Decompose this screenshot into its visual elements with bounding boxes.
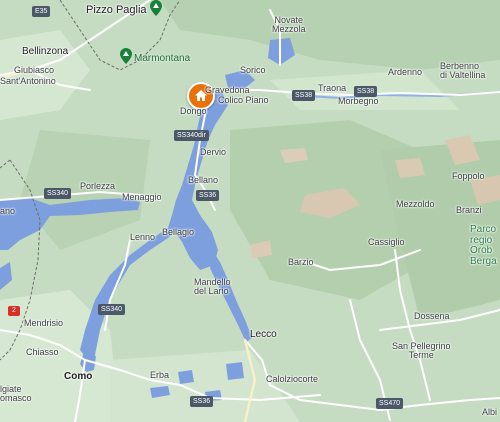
- label-lecco: Lecco: [250, 329, 277, 340]
- label-sorico: Sorico: [240, 65, 266, 75]
- label-santantonino: Sant'Antonino: [0, 76, 56, 86]
- road-shield-route2: 2: [8, 306, 20, 316]
- label-gravedona: Gravedona: [205, 85, 250, 95]
- label-berbenno: Berbenno di Valtellina: [440, 61, 486, 80]
- label-chiasso: Chiasso: [26, 347, 59, 357]
- label-giubiasco: Giubiasco: [14, 65, 55, 75]
- label-dossena: Dossena: [414, 311, 450, 321]
- label-lenno: Lenno: [130, 232, 156, 242]
- label-san-pellegrino: San Pellegrino Terme: [392, 341, 451, 360]
- label-cassiglio: Cassiglio: [368, 237, 405, 247]
- label-bellano: Bellano: [188, 175, 219, 185]
- label-bellinzona: Bellinzona: [22, 46, 69, 57]
- label-calolziocorte: Calolziocorte: [266, 374, 319, 384]
- label-porlezza: Porlezza: [80, 181, 116, 191]
- map-canvas[interactable]: E35 SS38 SS38 SS340dir SS36 SS340 SS340 …: [0, 0, 500, 422]
- label-traona: Traona: [318, 83, 347, 93]
- road-shield-ss38-west: SS38: [292, 90, 316, 101]
- road-shield-ss470: SS470: [376, 398, 404, 409]
- label-bellagio: Bellagio: [162, 227, 195, 237]
- label-erba: Erba: [150, 370, 170, 380]
- label-como: Como: [64, 371, 93, 382]
- road-shield-ss340-west: SS340: [44, 188, 72, 199]
- label-mezzoldo: Mezzoldo: [396, 199, 435, 209]
- label-morbegno: Morbegno: [338, 96, 379, 106]
- road-shield-e35: E35: [32, 6, 51, 17]
- label-colico-piano: Colico Piano: [218, 95, 269, 105]
- label-olgiate-comasco: lgiate omasco: [0, 384, 32, 403]
- label-dervio: Dervio: [200, 147, 227, 157]
- label-pizzo-paglia: Pizzo Paglia: [86, 4, 147, 16]
- road-shield-ss340-south: SS340: [98, 304, 126, 315]
- park-pin-pizzo-paglia[interactable]: [150, 0, 162, 21]
- label-menaggio: Menaggio: [122, 192, 162, 202]
- label-foppolo: Foppolo: [452, 171, 485, 181]
- label-albino: Albi: [482, 407, 498, 417]
- park-icon: [150, 0, 162, 16]
- label-mendrisio: Mendrisio: [24, 318, 64, 328]
- label-parco-orobie: Parco regio Orob Berga: [470, 224, 497, 267]
- label-marmontana: Marmontana: [134, 53, 191, 64]
- label-barzio: Barzio: [288, 257, 314, 267]
- road-shield-ss340dir: SS340dir: [174, 130, 209, 141]
- label-novate-mezzola: Novate Mezzola: [272, 15, 306, 34]
- label-mandello: Mandello del Lario: [194, 277, 231, 296]
- label-ardenno: Ardenno: [388, 67, 423, 77]
- road-shield-ss36-north: SS36: [196, 190, 220, 201]
- park-icon: [120, 48, 132, 64]
- label-branzi: Branzi: [456, 205, 482, 215]
- label-dongo: Dongo: [180, 106, 207, 116]
- road-shield-ss36-south: SS36: [190, 396, 214, 407]
- label-lugano: ano: [0, 206, 16, 216]
- park-pin-marmontana[interactable]: [120, 48, 132, 69]
